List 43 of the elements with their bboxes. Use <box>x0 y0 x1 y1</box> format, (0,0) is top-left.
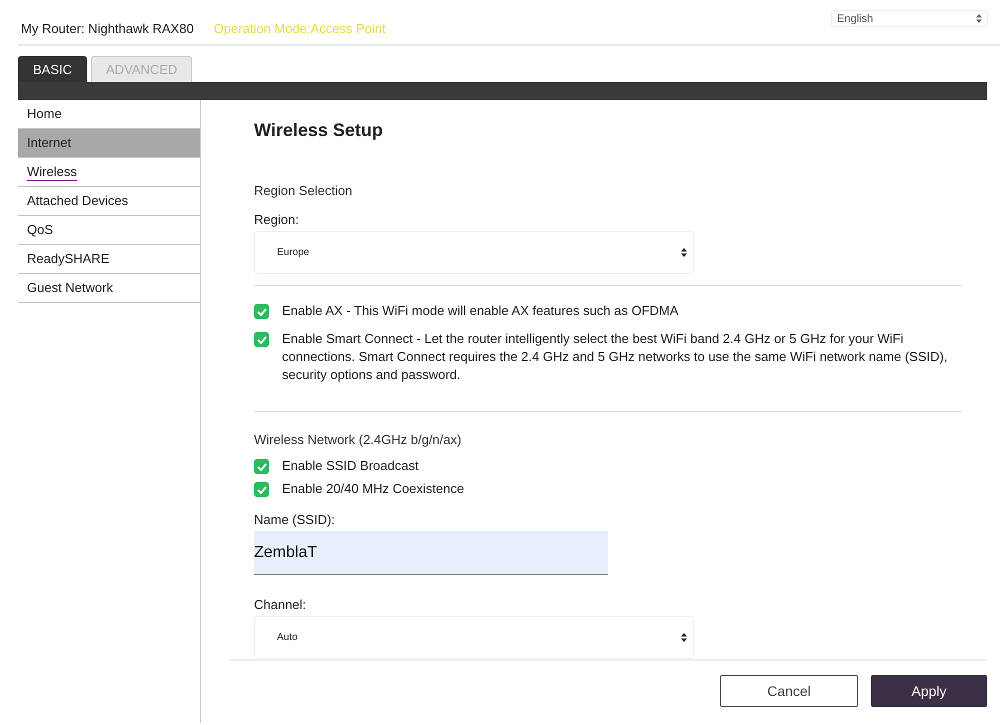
sidebar-label: Wireless <box>27 164 77 180</box>
checkbox-label: Enable SSID Broadcast <box>282 457 419 475</box>
cancel-button[interactable]: Cancel <box>720 675 858 707</box>
language-select[interactable]: English <box>831 10 988 27</box>
sidebar-label: Guest Network <box>27 280 113 296</box>
ssid-input-field[interactable]: ZemblaT <box>254 531 608 575</box>
sidebar-item[interactable]: Guest Network <box>18 274 200 303</box>
checkbox[interactable] <box>254 459 269 474</box>
sidebar-item[interactable]: Attached Devices <box>18 187 200 216</box>
field-label: Channel: <box>254 597 308 612</box>
field-label: Name (SSID): <box>254 512 336 527</box>
sidebar-item[interactable]: QoS <box>18 216 200 245</box>
sidebar-item[interactable]: Wireless <box>18 158 200 187</box>
operation-mode: Operation Mode:Access Point <box>214 21 386 36</box>
check-icon <box>256 462 266 470</box>
section-heading: Region Selection <box>254 183 354 198</box>
apply-button[interactable]: Apply <box>871 675 987 707</box>
region-select[interactable]: Europe <box>254 231 694 274</box>
updown-icon <box>681 248 687 257</box>
section-heading: Wireless Network (2.4GHz b/g/n/ax) <box>254 432 462 447</box>
sidebar-label: QoS <box>27 222 54 238</box>
checkbox-label: Enable 20/40 MHz Coexistence <box>282 480 464 498</box>
checkbox[interactable] <box>254 304 269 319</box>
nav-tab[interactable]: BASIC <box>18 56 88 82</box>
router-name: My Router: Nighthawk RAX80 <box>21 21 194 36</box>
checkbox-label: Enable AX - This WiFi mode will enable AX features such as OFDMA <box>282 302 678 320</box>
sidebar-label: Internet <box>27 135 72 151</box>
sidebar-item[interactable]: ReadySHARE <box>18 245 200 274</box>
checkbox-label: Enable Smart Connect - Let the router intelligently select the best WiFi band 2.4 GHz or 5 GHz for your WiFi connections. Smart Connect requires the 2.4 GHz and 5 GHz networks to use the same WiFi network name (SSID), security options and password. <box>282 330 948 384</box>
sidebar-label: ReadySHARE <box>27 251 110 267</box>
checkbox[interactable] <box>254 332 269 347</box>
check-icon <box>256 308 266 316</box>
channel-select[interactable]: Auto <box>254 616 694 659</box>
sidebar-item[interactable]: Internet <box>18 129 200 158</box>
check-icon <box>256 486 266 494</box>
sidebar-label: Attached Devices <box>27 193 128 209</box>
field-label: Region: <box>254 212 300 227</box>
updown-icon <box>681 633 687 642</box>
check-icon <box>256 336 266 344</box>
page-title: Wireless Setup <box>254 120 384 141</box>
sidebar-label: Home <box>27 106 62 122</box>
checkbox[interactable] <box>254 482 269 497</box>
updown-icon <box>976 14 982 23</box>
